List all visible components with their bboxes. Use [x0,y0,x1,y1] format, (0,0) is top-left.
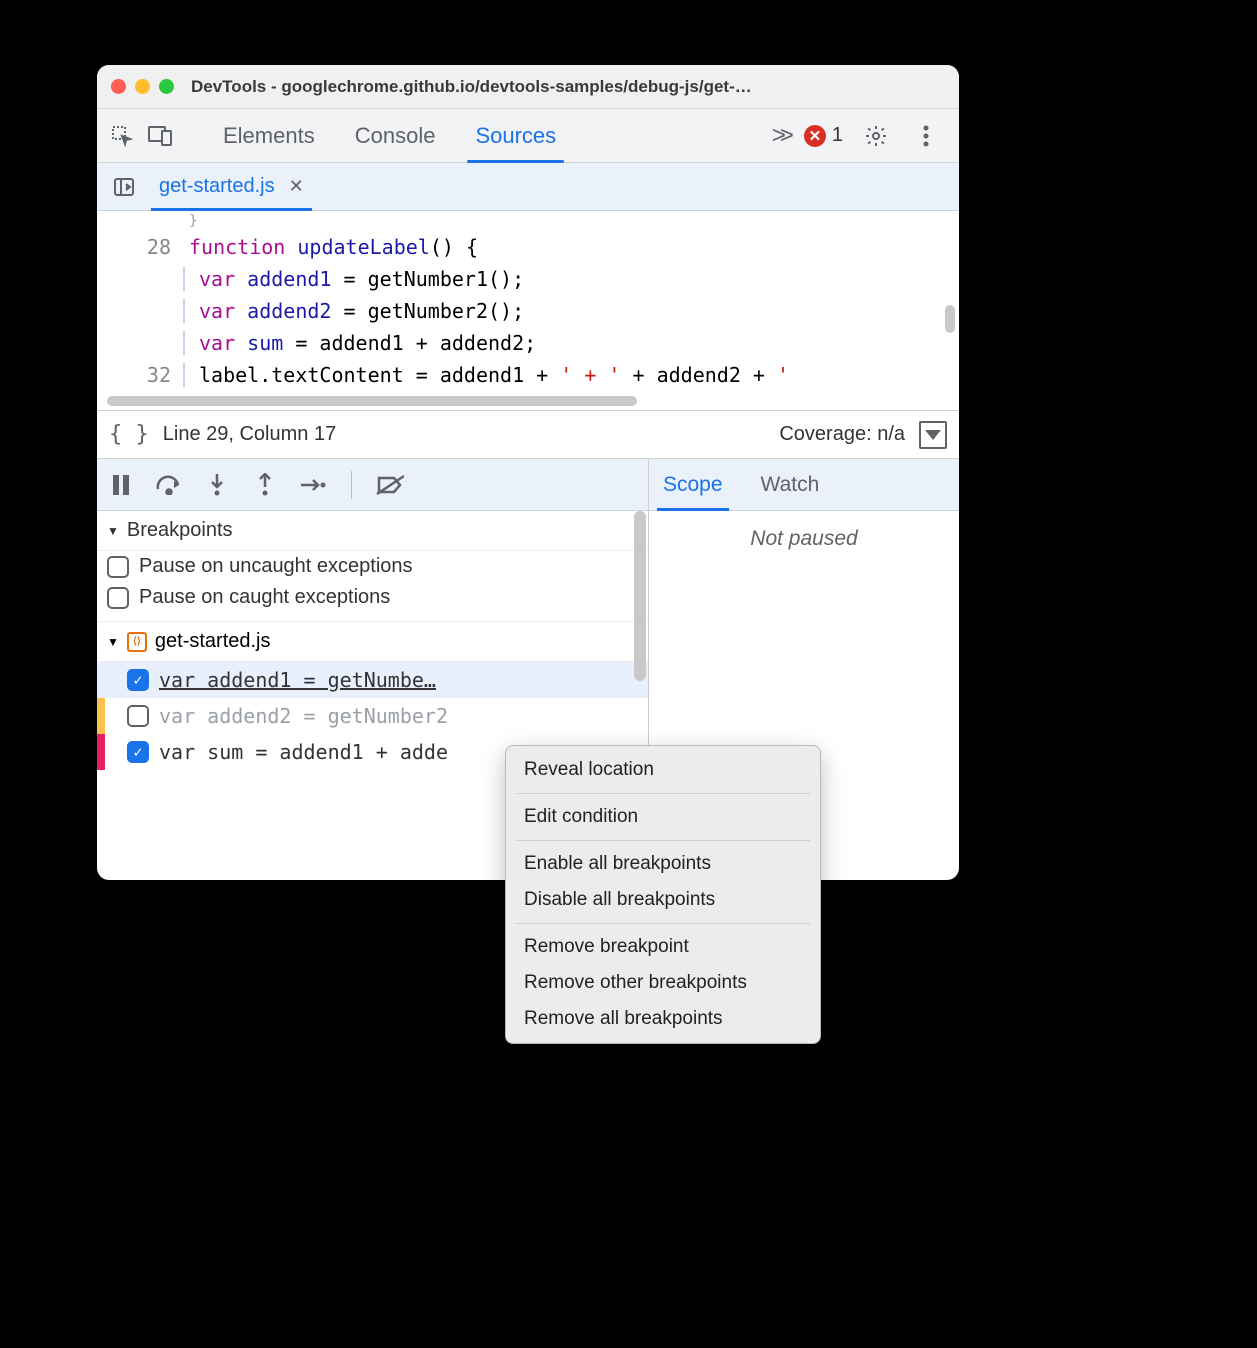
more-tabs-icon[interactable]: >> [772,122,788,150]
logpoint-stripe-icon [97,734,105,770]
toolbar-right: >> ✕ 1 [772,119,951,153]
show-navigator-icon[interactable] [107,170,141,204]
window-title: DevTools - googlechrome.github.io/devtoo… [191,77,752,97]
pretty-print-icon[interactable]: { } [109,422,149,447]
breakpoint-file-label: get-started.js [155,630,271,653]
scope-watch-tabs: Scope Watch [649,459,959,511]
main-toolbar: Elements Console Sources >> ✕ 1 [97,109,959,163]
inspect-icon[interactable] [105,119,139,153]
vertical-scrollbar[interactable] [945,305,955,333]
device-toggle-icon[interactable] [143,119,177,153]
tab-scope[interactable]: Scope [659,459,727,511]
checkbox-unchecked-icon[interactable] [127,705,149,727]
pause-caught-row[interactable]: Pause on caught exceptions [97,582,648,613]
breakpoint-file-header[interactable]: ▼ ⟨⟩ get-started.js [97,621,648,662]
horizontal-scrollbar[interactable] [107,396,637,406]
breakpoint-text: var addend2 = getNumber2 [159,704,448,728]
step-into-icon[interactable] [203,471,231,499]
source-file-bar: get-started.js ✕ [97,163,959,211]
ctx-remove-other[interactable]: Remove other breakpoints [506,965,820,1001]
ctx-disable-all[interactable]: Disable all breakpoints [506,882,820,918]
breakpoints-title: Breakpoints [127,519,233,542]
code-editor[interactable]: } 28 function updateLabel() { 29 var add… [97,211,959,411]
separator [516,840,810,841]
step-icon[interactable] [299,471,327,499]
coverage-label: Coverage: n/a [779,423,905,446]
file-tab-label: get-started.js [159,175,275,198]
deactivate-breakpoints-icon[interactable] [376,471,404,499]
close-file-icon[interactable]: ✕ [289,176,304,197]
panel-tabs: Elements Console Sources [203,109,576,163]
ctx-remove[interactable]: Remove breakpoint [506,929,820,965]
file-tab-get-started[interactable]: get-started.js ✕ [155,163,308,211]
pause-uncaught-row[interactable]: Pause on uncaught exceptions [97,551,648,582]
checkbox-unchecked-icon[interactable] [107,556,129,578]
pause-caught-label: Pause on caught exceptions [139,586,390,609]
ctx-edit-condition[interactable]: Edit condition [506,799,820,835]
error-icon: ✕ [804,125,826,147]
titlebar: DevTools - googlechrome.github.io/devtoo… [97,65,959,109]
tab-console[interactable]: Console [335,109,456,163]
disclosure-triangle-icon: ▼ [107,635,119,649]
step-over-icon[interactable] [155,471,183,499]
pause-uncaught-label: Pause on uncaught exceptions [139,555,413,578]
cursor-position: Line 29, Column 17 [163,423,336,446]
minimize-window-icon[interactable] [135,79,150,94]
checkbox-checked-icon[interactable]: ✓ [127,741,149,763]
breakpoint-text: var addend1 = getNumbe… [159,668,436,692]
breakpoints-header[interactable]: ▼ Breakpoints [97,511,648,551]
step-out-icon[interactable] [251,471,279,499]
disclosure-triangle-icon: ▼ [107,524,119,538]
not-paused-label: Not paused [649,511,959,567]
debugger-toolbar [97,459,648,511]
vertical-scrollbar[interactable] [634,511,646,681]
separator [516,793,810,794]
kebab-menu-icon[interactable] [909,119,943,153]
breakpoint-text: var sum = addend1 + adde [159,740,448,764]
tab-elements[interactable]: Elements [203,109,335,163]
pause-icon[interactable] [107,471,135,499]
line-number[interactable]: 28 [147,235,171,259]
breakpoint-row[interactable]: var addend2 = getNumber2 [97,698,648,734]
js-file-icon: ⟨⟩ [127,632,147,652]
separator [516,923,810,924]
ctx-enable-all[interactable]: Enable all breakpoints [506,846,820,882]
breakpoint-context-menu: Reveal location Edit condition Enable al… [505,745,821,1044]
zoom-window-icon[interactable] [159,79,174,94]
tab-watch[interactable]: Watch [757,459,824,511]
tab-sources[interactable]: Sources [455,109,576,163]
collapse-icon[interactable] [919,421,947,449]
checkbox-unchecked-icon[interactable] [107,587,129,609]
settings-icon[interactable] [859,119,893,153]
breakpoint-row[interactable]: ✓ var addend1 = getNumbe… [97,662,648,698]
ctx-remove-all[interactable]: Remove all breakpoints [506,1001,820,1037]
conditional-stripe-icon [97,698,105,734]
error-badge[interactable]: ✕ 1 [804,124,843,147]
close-window-icon[interactable] [111,79,126,94]
editor-statusbar: { } Line 29, Column 17 Coverage: n/a [97,411,959,459]
checkbox-checked-icon[interactable]: ✓ [127,669,149,691]
line-number[interactable]: 32 [147,363,171,387]
error-count: 1 [832,124,843,147]
ctx-reveal-location[interactable]: Reveal location [506,752,820,788]
